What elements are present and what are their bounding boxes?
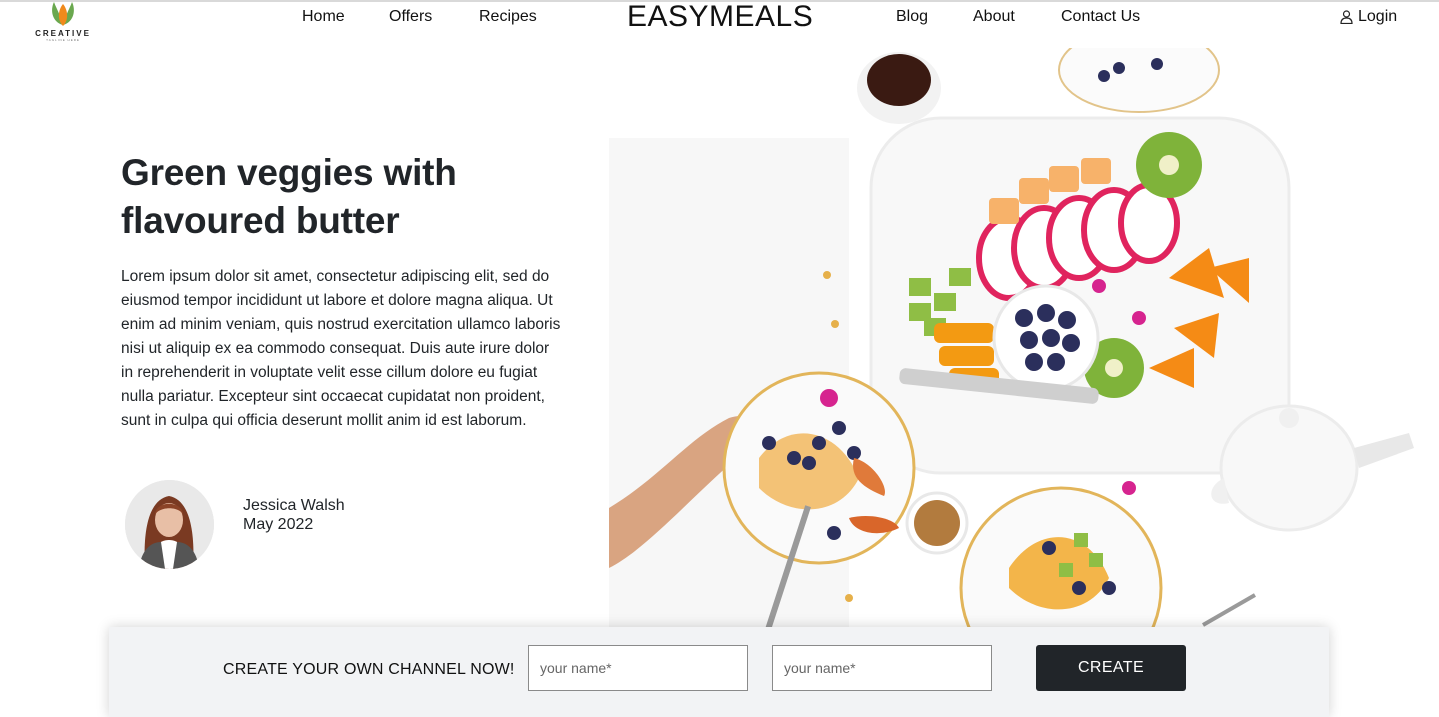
nav-contact[interactable]: Contact Us: [1061, 8, 1140, 26]
author-name: Jessica Walsh: [243, 497, 345, 514]
channel-signup-bar: CREATE YOUR OWN CHANNEL NOW! CREATE: [109, 627, 1329, 717]
name-input-1[interactable]: [528, 645, 748, 691]
logo[interactable]: CREATIVE TAGLINE HERE: [28, 0, 98, 44]
nav-about[interactable]: About: [973, 8, 1015, 26]
create-button[interactable]: CREATE: [1036, 645, 1186, 691]
channel-label: CREATE YOUR OWN CHANNEL NOW!: [223, 661, 515, 678]
logo-word: CREATIVE: [35, 29, 91, 38]
author-avatar: [125, 480, 214, 569]
user-icon: [1340, 10, 1353, 24]
hero-food-image: [609, 48, 1439, 628]
hero-title: Green veggies with flavoured butter: [121, 152, 457, 241]
hero-body: Lorem ipsum dolor sit amet, consectetur …: [121, 268, 561, 429]
nav-blog[interactable]: Blog: [896, 8, 928, 26]
nav-home[interactable]: Home: [302, 8, 345, 26]
name-input-2[interactable]: [772, 645, 992, 691]
nav-recipes[interactable]: Recipes: [479, 8, 537, 26]
login-label: Login: [1358, 8, 1398, 25]
leaf-logo-icon: [52, 2, 74, 26]
logo-tagline: TAGLINE HERE: [46, 38, 80, 42]
brand-title[interactable]: EASYMEALS: [627, 0, 813, 34]
nav-offers[interactable]: Offers: [389, 8, 432, 26]
login-link[interactable]: Login: [1340, 8, 1397, 26]
author-date: May 2022: [243, 516, 314, 533]
